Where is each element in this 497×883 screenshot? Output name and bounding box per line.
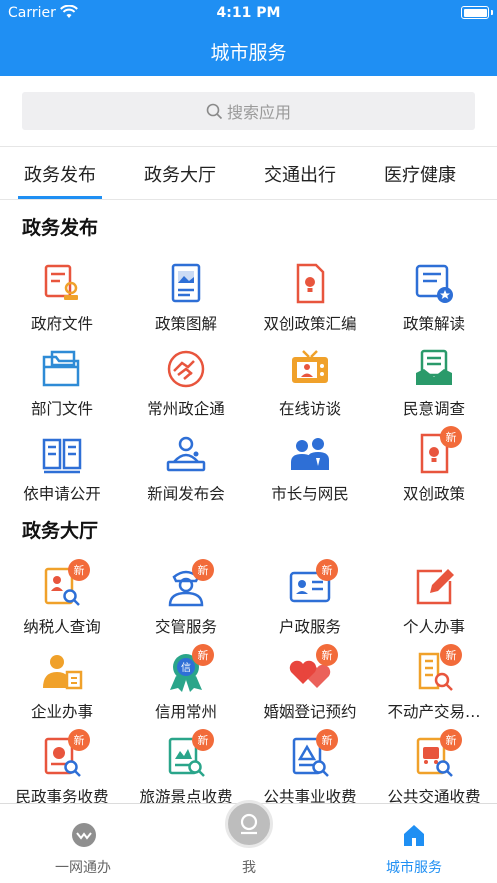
open-book-icon [42,438,82,474]
image-document-icon [171,263,201,303]
service-item[interactable]: 双创政策汇编 [248,262,372,346]
document-seal-icon [44,264,78,300]
service-label: 市长与网民 [271,485,349,503]
tab-label: 我 [242,860,256,876]
tab-yiliao-jiankang[interactable]: 医疗健康 [360,147,480,200]
tab-label: 政务大厅 [144,164,216,186]
new-badge: 新 [316,559,338,581]
tab-city-services[interactable]: 城市服务 [331,804,497,883]
battery-icon [461,6,489,19]
service-item[interactable]: 在线访谈 [248,347,372,431]
service-label: 政策图解 [154,315,217,333]
service-label: 常州政企通 [147,400,225,418]
service-item[interactable]: 新 纳税人查询 [0,559,124,649]
status-time: 4:11 PM [216,5,281,21]
survey-icon [416,349,452,385]
category-tabs: 政务发布 政务大厅 交通出行 医疗健康 [0,146,497,200]
service-label: 在线访谈 [278,400,341,418]
service-label: 交管服务 [154,618,217,636]
service-item[interactable]: 信 新 信用常州 [124,644,248,734]
service-label: 政府文件 [30,315,93,333]
service-item[interactable]: 常州政企通 [124,347,248,431]
new-badge: 新 [68,729,90,751]
service-item[interactable]: 新 户政服务 [248,559,372,649]
service-label: 不动产交易… [387,703,481,721]
service-item[interactable]: 政策图解 [124,262,248,346]
new-badge: 新 [440,644,462,666]
service-label: 依申请公开 [23,485,101,503]
service-item[interactable]: 政府文件 [0,262,124,346]
service-label: 纳税人查询 [23,618,101,636]
new-badge: 新 [440,426,462,448]
service-item[interactable]: 新 婚姻登记预约 [248,644,372,734]
press-conference-icon [166,436,206,472]
service-item[interactable]: 部门文件 [0,347,124,431]
tab-jiaotong-chuxing[interactable]: 交通出行 [240,147,360,200]
service-item[interactable]: 新 双创政策 [372,426,496,516]
new-badge: 新 [440,729,462,751]
service-item[interactable]: 依申请公开 [0,432,124,516]
search-placeholder: 搜索应用 [226,103,291,122]
service-label: 双创政策汇编 [263,315,357,333]
new-badge: 新 [316,644,338,666]
home-icon [404,825,424,846]
user-face-icon [240,813,258,835]
section-title: 政务发布 [22,217,99,239]
service-label: 部门文件 [30,400,93,418]
handshake-icon [167,350,205,388]
search-area: 搜索应用 [0,76,497,146]
service-item[interactable]: 新闻发布会 [124,432,248,516]
folder-icon [42,350,80,387]
service-item[interactable]: 个人办事 [372,565,496,649]
service-label: 企业办事 [30,703,93,721]
service-item[interactable]: 民意调查 [372,347,496,431]
service-label: 个人办事 [402,618,465,636]
service-item[interactable]: 新 不动产交易… [372,644,496,734]
new-badge: 新 [68,559,90,581]
svg-text:信: 信 [181,662,191,674]
status-bar: Carrier 4:11 PM [0,0,497,26]
tab-label: 一网通办 [55,860,111,876]
service-label: 户政服务 [278,618,341,636]
service-item[interactable]: 新 交管服务 [124,559,248,649]
tab-label: 交通出行 [264,164,336,186]
tab-zhengwu-fabu[interactable]: 政务发布 [0,147,120,200]
new-badge: 新 [192,644,214,666]
battery-tip [491,10,493,15]
tv-interview-icon [292,350,328,383]
service-label: 信用常州 [154,703,217,721]
tab-label: 政务发布 [24,164,96,186]
document-star-icon [415,264,453,303]
search-icon [206,103,223,119]
service-item[interactable]: 企业办事 [0,650,124,734]
service-item[interactable]: 市长与网民 [248,432,372,516]
new-badge: 新 [192,559,214,581]
service-label: 婚姻登记预约 [263,703,357,721]
new-badge: 新 [316,729,338,751]
page-title: 城市服务 [210,42,287,64]
edit-icon [416,569,454,605]
tab-label: 城市服务 [386,860,442,876]
top-bar: Carrier 4:11 PM 城市服务 [0,0,497,76]
tab-label: 医疗健康 [384,164,456,186]
service-label: 双创政策 [402,485,465,503]
service-label: 政策解读 [402,315,465,333]
active-tab-indicator [18,196,102,199]
people-icon [291,438,329,470]
chevron-badge-icon [72,823,96,847]
lightbulb-document-icon [296,263,325,304]
new-badge: 新 [192,729,214,751]
service-label: 民意调查 [402,400,465,418]
search-input[interactable]: 搜索应用 [22,92,475,130]
section-title: 政务大厅 [22,520,99,542]
service-item[interactable]: 政策解读 [372,262,496,346]
business-person-icon [43,655,83,690]
tab-zhengwu-dating[interactable]: 政务大厅 [120,147,240,200]
tab-yiwang-tongban[interactable]: 一网通办 [0,804,166,883]
service-label: 新闻发布会 [147,485,225,503]
user-face-button[interactable] [225,800,273,848]
